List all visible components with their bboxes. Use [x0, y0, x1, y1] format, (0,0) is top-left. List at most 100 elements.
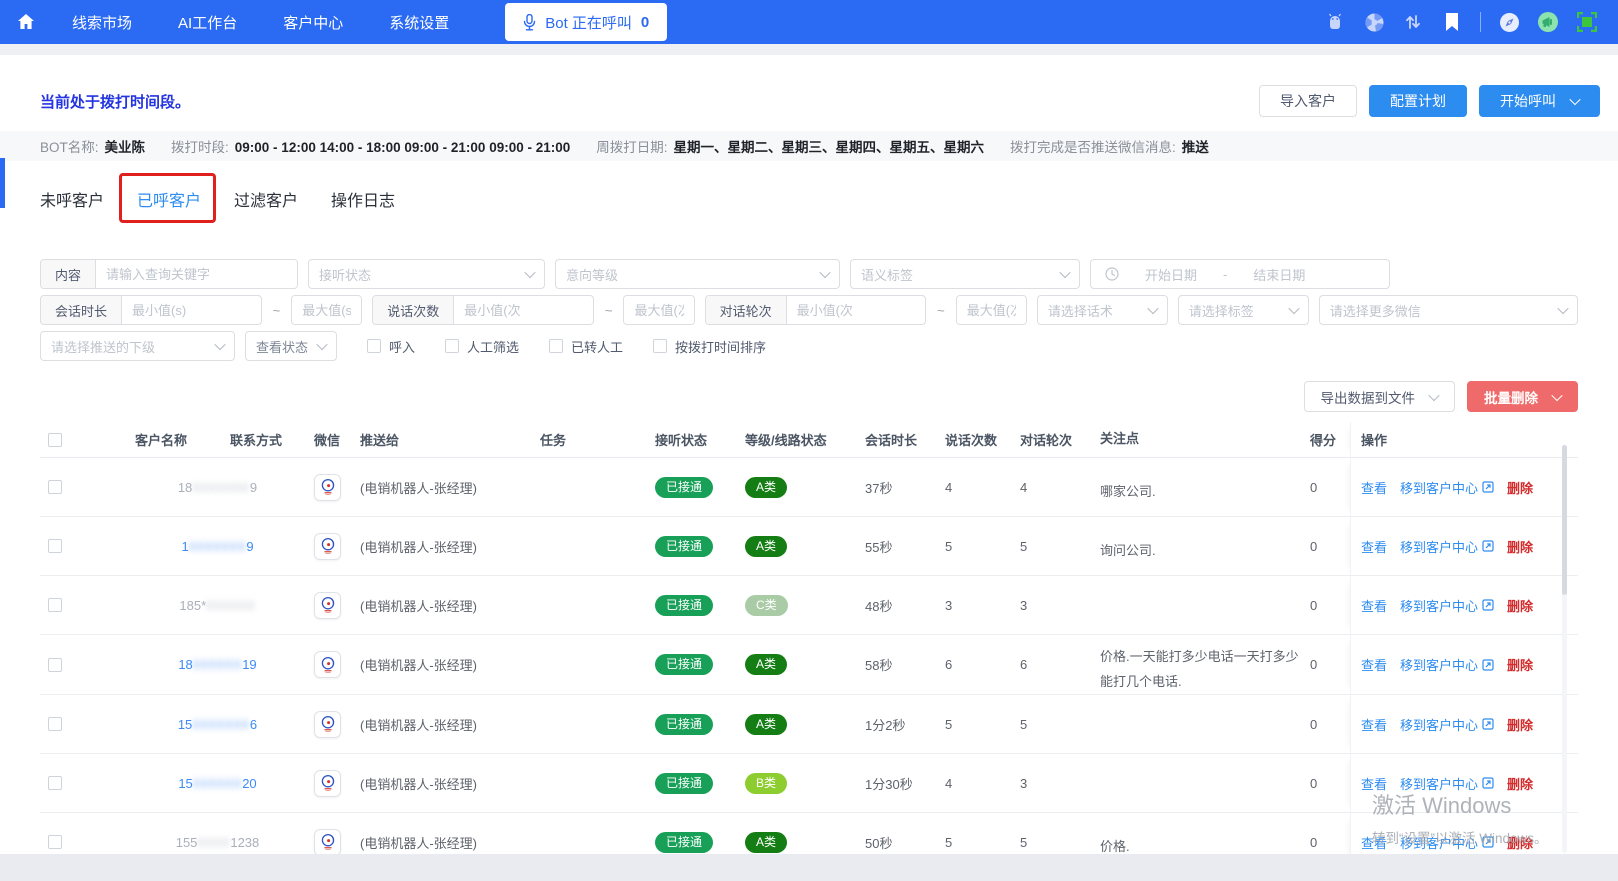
wechat-logo-icon[interactable] [314, 532, 341, 560]
megaphone-icon[interactable] [1537, 11, 1559, 33]
wechat-logo-icon[interactable] [314, 651, 341, 679]
filter-checkbox[interactable]: 已转人工 [549, 337, 623, 356]
import-customer-button[interactable]: 导入客户 [1259, 85, 1357, 117]
row-checkbox[interactable] [48, 480, 62, 494]
date-range-picker[interactable]: 开始日期 - 结束日期 [1090, 259, 1390, 289]
column-header: 微信 [314, 433, 341, 448]
move-to-customer-center-link[interactable]: 移到客户中心 [1400, 833, 1494, 852]
fullscreen-icon[interactable] [1576, 11, 1598, 33]
filter-checkbox[interactable]: 按拨打时间排序 [653, 337, 766, 356]
checkbox-icon[interactable] [549, 339, 564, 353]
row-checkbox[interactable] [48, 598, 62, 612]
delete-link[interactable]: 删除 [1507, 537, 1533, 556]
cell-wechat [310, 710, 350, 738]
compass-icon[interactable] [1498, 11, 1520, 33]
round-min-input[interactable] [786, 296, 867, 324]
move-to-customer-center-link[interactable]: 移到客户中心 [1400, 478, 1494, 497]
row-checkbox[interactable] [48, 835, 62, 850]
sort-arrows-icon[interactable] [1402, 11, 1424, 33]
bot-calling-button[interactable]: Bot 正在呼叫 0 [505, 3, 668, 41]
tag-select[interactable]: 请选择标签 [1177, 295, 1309, 325]
scrollbar-thumb[interactable] [1562, 445, 1567, 595]
android-icon[interactable] [1324, 11, 1346, 33]
nav-menu-item[interactable]: 系统设置 [389, 12, 449, 33]
listen-status-select[interactable]: 接听状态 [308, 259, 545, 289]
tab[interactable]: 未呼客户 [40, 187, 104, 211]
filter-checkbox[interactable]: 人工筛选 [445, 337, 519, 356]
move-to-customer-center-link[interactable]: 移到客户中心 [1400, 655, 1494, 674]
session-min-input[interactable] [122, 296, 203, 324]
cell-grade: B类 [735, 772, 855, 794]
row-checkbox[interactable] [48, 539, 62, 553]
view-link[interactable]: 查看 [1361, 596, 1387, 615]
column-header: 接听状态 [655, 433, 708, 448]
view-link[interactable]: 查看 [1361, 833, 1387, 852]
row-checkbox[interactable] [48, 657, 62, 672]
start-call-button[interactable]: 开始呼叫 [1479, 85, 1600, 117]
move-to-customer-center-link[interactable]: 移到客户中心 [1400, 596, 1494, 615]
cell-phone: 18 888888 19 [125, 657, 310, 672]
tab[interactable]: 操作日志 [331, 187, 395, 211]
checkbox-icon[interactable] [367, 339, 381, 353]
filter-checkbox[interactable]: 呼入 [367, 337, 415, 356]
checkbox-icon[interactable] [653, 339, 668, 353]
wechat-logo-icon[interactable] [314, 710, 341, 738]
checkbox-icon[interactable] [445, 339, 460, 353]
view-link[interactable]: 查看 [1361, 715, 1387, 734]
push-subordinate-select[interactable]: 请选择推送的下级 [40, 331, 235, 361]
view-link[interactable]: 查看 [1361, 655, 1387, 674]
column-header: 对话轮次 [1020, 433, 1073, 448]
delete-link[interactable]: 删除 [1507, 655, 1533, 674]
round-max-input[interactable] [956, 296, 1026, 324]
shutter-icon[interactable] [1363, 11, 1385, 33]
phone-link[interactable]: 185* 888888 [179, 598, 255, 613]
phone-link[interactable]: 18 888888 19 [178, 657, 256, 672]
wechat-logo-icon[interactable] [314, 473, 341, 501]
phone-link[interactable]: 15 8888888 6 [178, 717, 257, 732]
phone-link[interactable]: 1 8888888 9 [181, 539, 253, 554]
nav-menu-item[interactable]: 线索市场 [72, 12, 132, 33]
select-all-checkbox[interactable] [48, 432, 62, 447]
batch-delete-button[interactable]: 批量删除 [1467, 381, 1578, 412]
semantic-tag-select[interactable]: 语义标签 [850, 259, 1080, 289]
cell-pushed-to: (电销机器人-张经理) [360, 658, 477, 674]
phone-link[interactable]: 155 8888 1238 [176, 835, 260, 850]
nav-menu-item[interactable]: 客户中心 [283, 12, 343, 33]
view-link[interactable]: 查看 [1361, 478, 1387, 497]
home-icon[interactable] [14, 10, 38, 34]
view-link[interactable]: 查看 [1361, 774, 1387, 793]
talk-max-input[interactable] [624, 296, 694, 324]
cell-wechat [310, 532, 350, 560]
move-to-customer-center-link[interactable]: 移到客户中心 [1400, 774, 1494, 793]
move-to-customer-center-link[interactable]: 移到客户中心 [1400, 715, 1494, 734]
collapsed-drawer-handle[interactable] [0, 158, 5, 208]
view-status-select[interactable]: 查看状态 [245, 331, 337, 361]
wechat-logo-icon[interactable] [314, 591, 341, 619]
table-scrollbar[interactable] [1562, 445, 1567, 853]
talk-min-input[interactable] [454, 296, 535, 324]
delete-link[interactable]: 删除 [1507, 774, 1533, 793]
row-checkbox[interactable] [48, 717, 62, 732]
bookmark-icon[interactable] [1441, 11, 1463, 33]
phone-link[interactable]: 18 8888888 9 [178, 480, 257, 495]
keyword-input[interactable] [96, 260, 297, 288]
tab[interactable]: 已呼客户 [119, 173, 217, 223]
wechat-logo-icon[interactable] [314, 828, 341, 856]
row-checkbox[interactable] [48, 776, 62, 791]
delete-link[interactable]: 删除 [1507, 478, 1533, 497]
more-wechat-select[interactable]: 请选择更多微信 [1318, 295, 1579, 325]
session-max-input[interactable] [292, 296, 362, 324]
move-to-customer-center-link[interactable]: 移到客户中心 [1400, 537, 1494, 556]
intent-level-select[interactable]: 意向等级 [555, 259, 840, 289]
delete-link[interactable]: 删除 [1507, 833, 1533, 852]
script-select[interactable]: 请选择话术 [1036, 295, 1168, 325]
nav-menu-item[interactable]: AI工作台 [178, 12, 237, 33]
export-data-button[interactable]: 导出数据到文件 [1303, 381, 1455, 412]
wechat-logo-icon[interactable] [314, 769, 341, 797]
delete-link[interactable]: 删除 [1507, 715, 1533, 734]
tab[interactable]: 过滤客户 [234, 187, 298, 211]
delete-link[interactable]: 删除 [1507, 596, 1533, 615]
view-link[interactable]: 查看 [1361, 537, 1387, 556]
phone-link[interactable]: 15 888888 20 [178, 776, 256, 791]
configure-plan-button[interactable]: 配置计划 [1369, 85, 1467, 117]
